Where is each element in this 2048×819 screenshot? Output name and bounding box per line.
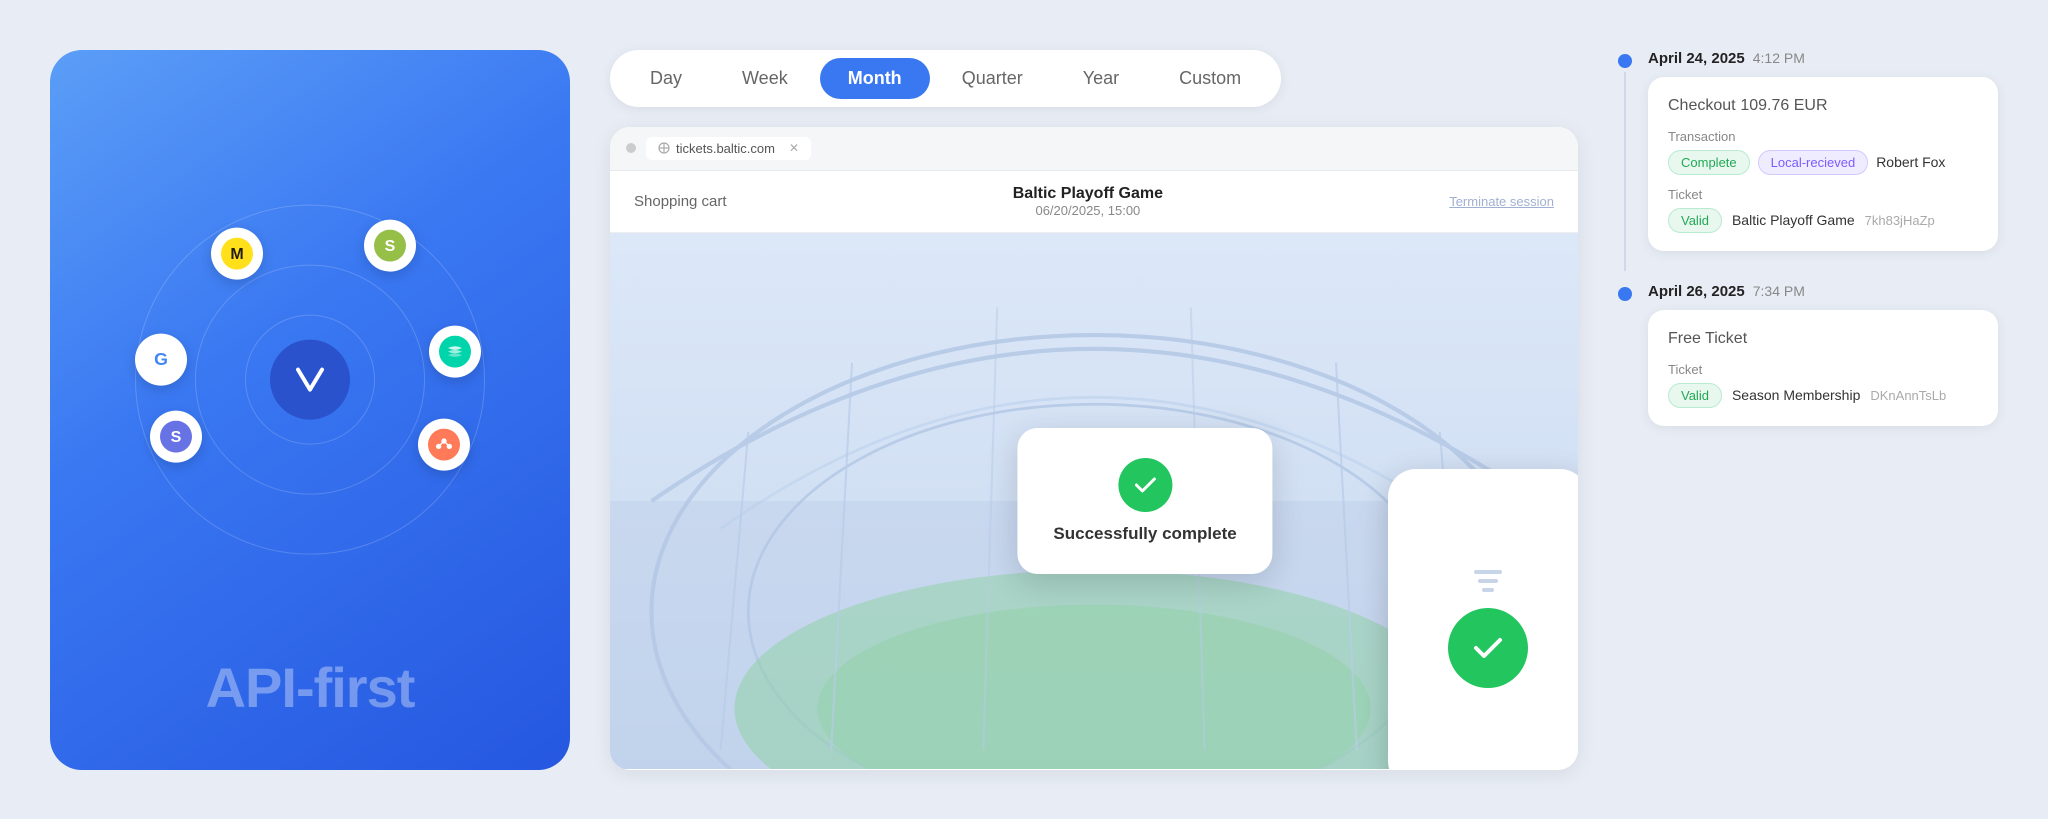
event-name: Baltic Playoff Game — [1013, 185, 1163, 203]
ticket-id-2: DKnAnnTsLb — [1870, 388, 1946, 403]
success-popup: Successfully complete — [1017, 428, 1272, 574]
event-card-2: Free Ticket Ticket Valid Season Membersh… — [1648, 310, 1998, 426]
timeline-date-1: April 24, 2025 — [1648, 50, 1745, 67]
timeline-content-2: April 26, 2025 7:34 PM Free Ticket Ticke… — [1648, 283, 1998, 446]
event-date: 06/20/2025, 15:00 — [1013, 203, 1163, 218]
browser-card: tickets.baltic.com ✕ Shopping cart Balti… — [610, 127, 1578, 770]
right-panel: April 24, 2025 4:12 PM Checkout 109.76 E… — [1618, 50, 1998, 770]
tab-year[interactable]: Year — [1055, 58, 1147, 99]
ticket-info-2: Valid Season Membership DKnAnnTsLb — [1668, 383, 1978, 408]
transaction-section: Transaction Complete Local-recieved Robe… — [1668, 129, 1978, 175]
event-card-1: Checkout 109.76 EUR Transaction Complete… — [1648, 77, 1998, 251]
ticket-valid-tag-2: Valid — [1668, 383, 1722, 408]
svg-text:M: M — [231, 245, 244, 262]
browser-content: Shopping cart Baltic Playoff Game 06/20/… — [610, 171, 1578, 769]
stadium-area: Successfully complete — [610, 233, 1578, 769]
center-logo-icon — [270, 339, 350, 419]
timeline-dot-col-2 — [1618, 283, 1632, 446]
svg-text:S: S — [385, 238, 396, 255]
ticket-label-2: Ticket — [1668, 362, 1978, 377]
tab-custom[interactable]: Custom — [1151, 58, 1269, 99]
phone-check-icon — [1448, 608, 1528, 688]
timeline-header-2: April 26, 2025 7:34 PM — [1648, 283, 1998, 300]
payments-icon — [429, 326, 481, 378]
tab-quarter[interactable]: Quarter — [934, 58, 1051, 99]
event-card-title-2: Free Ticket — [1668, 328, 1978, 348]
timeline-item-1: April 24, 2025 4:12 PM Checkout 109.76 E… — [1618, 50, 1998, 271]
timeline-header-1: April 24, 2025 4:12 PM — [1648, 50, 1998, 67]
success-message: Successfully complete — [1053, 524, 1236, 544]
api-card: M S G — [50, 50, 570, 770]
complete-tag: Complete — [1668, 150, 1750, 175]
transaction-label: Transaction — [1668, 129, 1978, 144]
timeline-content-1: April 24, 2025 4:12 PM Checkout 109.76 E… — [1648, 50, 1998, 271]
middle-panel: Day Week Month Quarter Year Custom ticke… — [610, 50, 1578, 770]
ticket-section-2: Ticket Valid Season Membership DKnAnnTsL… — [1668, 362, 1978, 408]
terminate-session-link[interactable]: Terminate session — [1449, 194, 1554, 209]
timeline-item-2: April 26, 2025 7:34 PM Free Ticket Ticke… — [1618, 283, 1998, 446]
tab-close-icon[interactable]: ✕ — [789, 141, 799, 155]
person-name: Robert Fox — [1876, 154, 1945, 170]
shopping-cart-label: Shopping cart — [634, 193, 727, 210]
ticket-name-1: Baltic Playoff Game — [1732, 212, 1855, 228]
wifi-icon — [1474, 570, 1502, 592]
local-received-tag: Local-recieved — [1758, 150, 1869, 175]
orbit-container: M S G — [120, 189, 500, 569]
ticket-name-2: Season Membership — [1732, 387, 1860, 403]
event-info: Baltic Playoff Game 06/20/2025, 15:00 — [1013, 185, 1163, 218]
tab-day[interactable]: Day — [622, 58, 710, 99]
timeline-dot-2 — [1618, 287, 1632, 301]
timeline-date-2: April 26, 2025 — [1648, 283, 1745, 300]
ticket-info-1: Valid Baltic Playoff Game 7kh83jHaZp — [1668, 208, 1978, 233]
tab-week[interactable]: Week — [714, 58, 816, 99]
hubspot-icon — [418, 418, 470, 470]
timeline-line-1 — [1624, 72, 1626, 271]
browser-bar: tickets.baltic.com ✕ — [610, 127, 1578, 171]
tab-bar: Day Week Month Quarter Year Custom — [610, 50, 1281, 107]
browser-dot — [626, 143, 636, 153]
url-text: tickets.baltic.com — [676, 141, 775, 156]
tab-month[interactable]: Month — [820, 58, 930, 99]
timeline-dot-1 — [1618, 54, 1632, 68]
phone-mock — [1388, 469, 1578, 769]
timeline-dot-col-1 — [1618, 50, 1632, 271]
timeline-time-1: 4:12 PM — [1753, 50, 1805, 66]
transaction-tags: Complete Local-recieved Robert Fox — [1668, 150, 1978, 175]
event-card-title-1: Checkout 109.76 EUR — [1668, 95, 1978, 115]
api-first-label: API-first — [206, 655, 415, 720]
mailchimp-icon: M — [211, 227, 263, 279]
svg-text:G: G — [154, 349, 168, 369]
browser-nav: Shopping cart Baltic Playoff Game 06/20/… — [610, 171, 1578, 233]
stripe-icon: S — [150, 411, 202, 463]
svg-text:S: S — [171, 429, 182, 446]
success-check-icon — [1118, 458, 1172, 512]
ticket-label-1: Ticket — [1668, 187, 1978, 202]
browser-url-bar: tickets.baltic.com ✕ — [646, 137, 811, 160]
ticket-id-1: 7kh83jHaZp — [1865, 213, 1935, 228]
ticket-section-1: Ticket Valid Baltic Playoff Game 7kh83jH… — [1668, 187, 1978, 233]
ticket-valid-tag-1: Valid — [1668, 208, 1722, 233]
timeline-time-2: 7:34 PM — [1753, 283, 1805, 299]
